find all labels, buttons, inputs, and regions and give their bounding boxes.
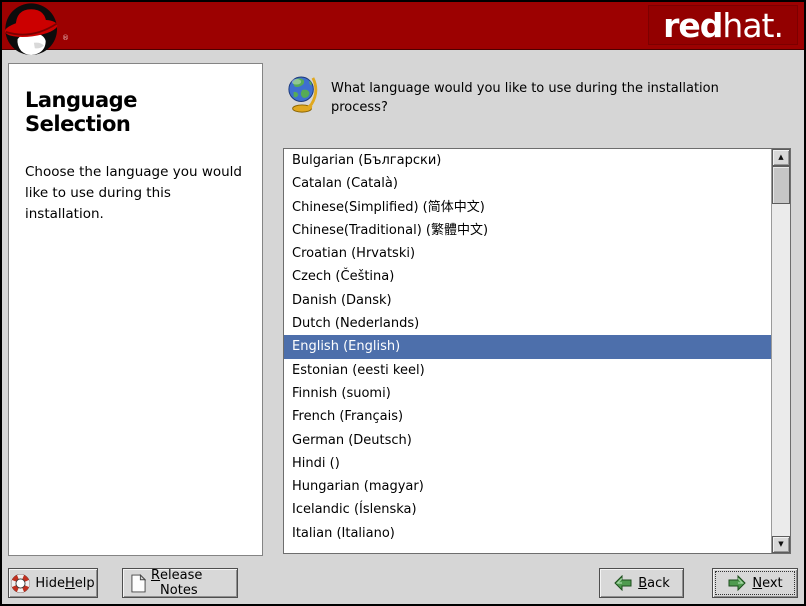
language-label: Finnish (suomi) [292, 386, 391, 401]
life-preserver-icon [11, 574, 30, 593]
language-list-item[interactable]: Bulgarian (Български) [284, 149, 771, 172]
globe-icon [287, 72, 319, 114]
language-list-box: Bulgarian (Български) Catalan (Català) C… [283, 148, 791, 554]
language-label: Bulgarian (Български) [292, 153, 441, 168]
language-list-item[interactable]: Dutch (Nederlands) [284, 312, 771, 335]
language-label: Chinese(Simplified) (简体中文) [292, 200, 485, 215]
question-text: What language would you like to use duri… [331, 72, 726, 118]
hide-help-mnemonic: H [65, 576, 75, 591]
help-panel: Language Selection Choose the language y… [8, 63, 263, 556]
language-label: Hindi () [292, 456, 340, 471]
release-notes-mnemonic: R [151, 568, 160, 598]
hide-help-label-pre: Hide [35, 576, 65, 591]
question-row: What language would you like to use duri… [287, 72, 767, 118]
wordmark-red: red [663, 6, 722, 45]
language-list-item[interactable]: Croatian (Hrvatski) [284, 242, 771, 265]
language-label: Chinese(Traditional) (繁體中文) [292, 223, 488, 238]
scroll-down-arrow-icon: ▼ [778, 540, 783, 548]
trademark-symbol: ® [62, 34, 69, 42]
language-list: Bulgarian (Български) Catalan (Català) C… [284, 149, 771, 553]
next-mnemonic: N [752, 576, 762, 591]
back-mnemonic: B [638, 576, 647, 591]
language-list-item[interactable]: Catalan (Català) [284, 172, 771, 195]
wordmark-period: . [774, 6, 784, 45]
language-list-item[interactable]: Chinese(Simplified) (简体中文) [284, 196, 771, 219]
back-button[interactable]: Back [599, 568, 684, 598]
language-list-item[interactable]: Estonian (eesti keel) [284, 359, 771, 382]
wordmark-hat: hat [722, 6, 773, 45]
language-list-item[interactable]: Czech (Čeština) [284, 265, 771, 288]
language-label: German (Deutsch) [292, 433, 412, 448]
next-arrow-icon [727, 575, 747, 591]
next-label-post: ext [762, 576, 783, 591]
language-list-item[interactable]: French (Français) [284, 405, 771, 428]
language-label: Danish (Dansk) [292, 293, 392, 308]
language-list-item[interactable]: Italian (Italiano) [284, 522, 771, 545]
language-list-item[interactable]: Hindi () [284, 452, 771, 475]
next-button[interactable]: Next [712, 568, 798, 598]
scroll-thumb[interactable] [772, 166, 790, 204]
page-title: Language Selection [25, 88, 246, 136]
language-label: Croatian (Hrvatski) [292, 246, 415, 261]
scroll-down-button[interactable]: ▼ [772, 536, 790, 553]
scroll-up-button[interactable]: ▲ [772, 149, 790, 166]
hide-help-button[interactable]: Hide Help [8, 568, 98, 598]
language-label: Czech (Čeština) [292, 269, 394, 284]
banner: redhat. [2, 2, 804, 50]
back-arrow-icon [613, 575, 633, 591]
language-label: Catalan (Català) [292, 176, 398, 191]
redhat-wordmark: redhat. [648, 5, 798, 45]
scroll-up-arrow-icon: ▲ [778, 153, 783, 161]
language-label: French (Français) [292, 409, 403, 424]
language-label: Icelandic (Íslenska) [292, 502, 417, 517]
document-icon [131, 574, 146, 593]
language-label: Hungarian (magyar) [292, 479, 424, 494]
hide-help-label-post: elp [75, 576, 95, 591]
language-label: Estonian (eesti keel) [292, 363, 425, 378]
language-label: Dutch (Nederlands) [292, 316, 419, 331]
redhat-shadowman-logo-icon [4, 2, 62, 60]
language-list-item[interactable]: German (Deutsch) [284, 429, 771, 452]
language-list-item[interactable]: English (English) [284, 335, 771, 358]
language-list-item[interactable]: Danish (Dansk) [284, 289, 771, 312]
scrollbar[interactable]: ▲ ▼ [771, 149, 790, 553]
installer-window: redhat. ® Language Selection Choose the … [0, 0, 806, 606]
language-label: Italian (Italiano) [292, 526, 395, 541]
language-list-item[interactable]: Hungarian (magyar) [284, 475, 771, 498]
back-label-post: ack [647, 576, 670, 591]
release-notes-button[interactable]: Release Notes [122, 568, 238, 598]
language-list-item[interactable]: Icelandic (Íslenska) [284, 498, 771, 521]
language-list-item[interactable]: Chinese(Traditional) (繁體中文) [284, 219, 771, 242]
language-label: English (English) [292, 339, 400, 354]
help-text: Choose the language you would like to us… [25, 162, 246, 225]
language-list-item[interactable]: Finnish (suomi) [284, 382, 771, 405]
release-notes-label-post: elease Notes [160, 568, 229, 598]
